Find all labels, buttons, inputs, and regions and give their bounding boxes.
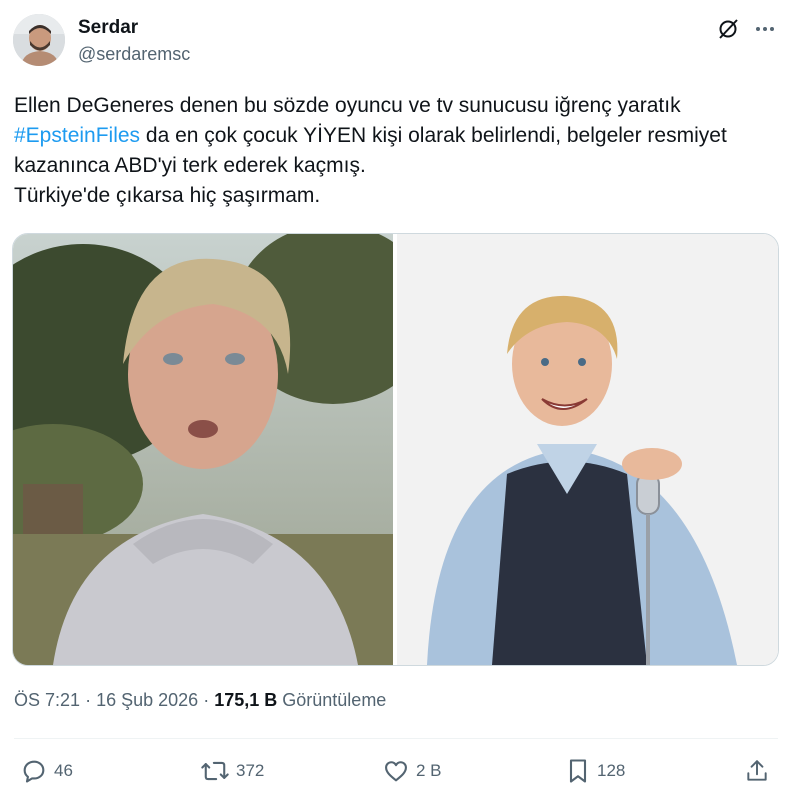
share-button[interactable] <box>744 756 770 786</box>
tweet-text-last-line: Türkiye'de çıkarsa hiç şaşırmam. <box>14 184 321 207</box>
tweet-time[interactable]: ÖS 7:21 <box>14 690 80 710</box>
media-grid <box>12 233 779 666</box>
author-handle[interactable]: @serdaremsc <box>78 44 190 65</box>
retweet-count: 372 <box>236 761 265 780</box>
photo-right[interactable] <box>397 234 778 665</box>
reply-icon <box>20 757 48 785</box>
tweet-date[interactable]: 16 Şub 2026 <box>96 690 198 710</box>
grok-icon[interactable] <box>713 14 743 44</box>
views-label: Görüntüleme <box>282 690 387 710</box>
meta-separator: · <box>85 690 92 710</box>
tweet: Serdar @serdaremsc Ellen DeGeneres denen… <box>0 0 792 796</box>
author-display-name[interactable]: Serdar <box>78 17 138 39</box>
share-icon <box>744 757 770 785</box>
hashtag-link[interactable]: #EpsteinFiles <box>14 124 140 147</box>
photo-left[interactable] <box>13 234 393 665</box>
tweet-text-part-1: Ellen DeGeneres denen bu sözde oyuncu ve… <box>14 94 681 117</box>
tweet-meta: ÖS 7:21 · 16 Şub 2026 · 175,1 B Görüntül… <box>14 690 386 711</box>
divider <box>14 738 778 739</box>
bookmark-button[interactable]: 128 <box>565 756 625 786</box>
retweet-icon <box>200 757 230 785</box>
more-icon[interactable] <box>750 14 780 44</box>
bookmark-icon <box>565 757 591 785</box>
meta-separator: · <box>203 690 210 710</box>
like-count: 2 B <box>416 761 442 780</box>
like-icon <box>382 757 410 785</box>
reply-button[interactable]: 46 <box>20 756 73 786</box>
bookmark-count: 128 <box>597 761 626 780</box>
reply-count: 46 <box>54 761 73 780</box>
views-count: 175,1 B <box>214 690 278 710</box>
tweet-text: Ellen DeGeneres denen bu sözde oyuncu ve… <box>14 91 774 211</box>
like-button[interactable]: 2 B <box>382 756 442 786</box>
retweet-button[interactable]: 372 <box>200 756 264 786</box>
avatar[interactable] <box>13 14 65 66</box>
